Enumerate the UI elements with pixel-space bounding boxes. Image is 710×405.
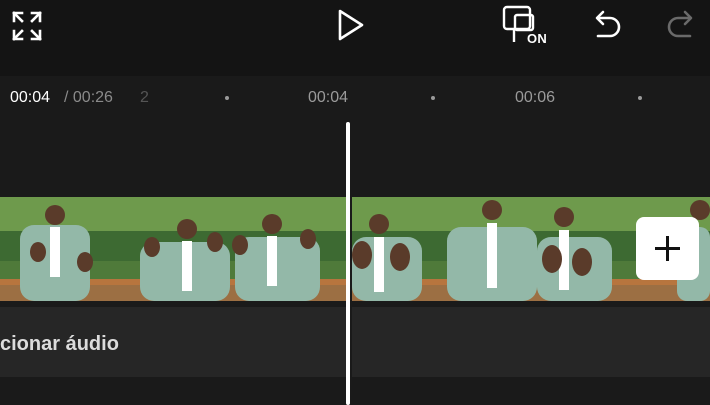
video-clip[interactable] xyxy=(0,197,347,301)
redo-icon[interactable] xyxy=(664,6,700,42)
ruler-tick-label: 00:06 xyxy=(515,89,556,106)
fullscreen-icon[interactable] xyxy=(10,9,44,43)
total-time: / 00:26 xyxy=(64,89,113,106)
add-audio-label: cionar áudio xyxy=(0,333,119,355)
playhead[interactable] xyxy=(346,122,350,405)
current-time: 00:04 xyxy=(10,89,51,106)
ruler-tick-dot xyxy=(225,96,229,100)
plus-icon xyxy=(655,236,680,261)
undo-icon[interactable] xyxy=(588,6,624,42)
ruler-tick-dot xyxy=(638,96,642,100)
ruler-tick-partial: 2 xyxy=(140,89,149,106)
ruler-tick-dot xyxy=(431,96,435,100)
add-clip-button[interactable] xyxy=(636,217,699,280)
video-thumbnail xyxy=(0,197,347,301)
ruler-tick-label: 00:04 xyxy=(308,89,349,106)
top-toolbar: ON xyxy=(0,0,710,76)
display-toggle-state: ON xyxy=(527,31,548,46)
play-icon[interactable] xyxy=(332,7,368,43)
